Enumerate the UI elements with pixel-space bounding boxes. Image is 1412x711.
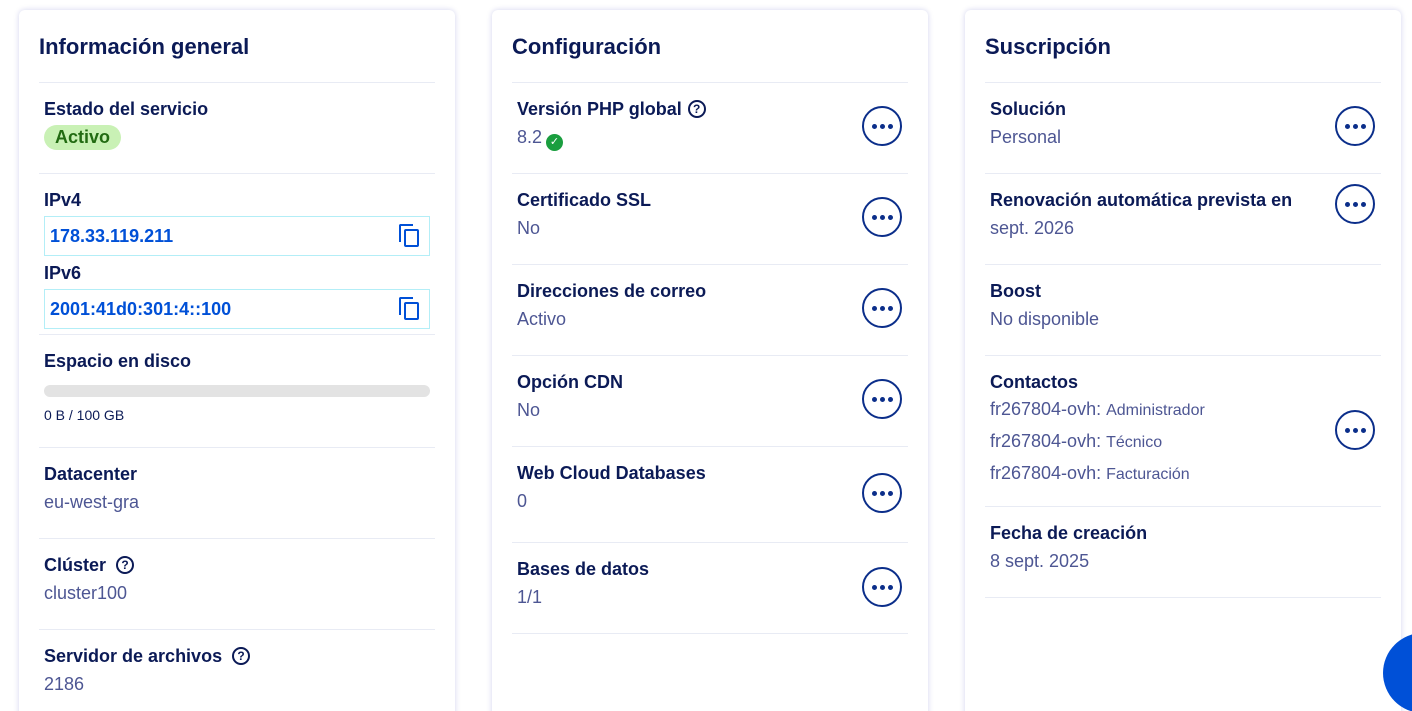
fileserver-item: Servidor de archivos ? 2186 [39, 630, 435, 711]
disk-space-label: Espacio en disco [44, 351, 192, 371]
databases-menu-button[interactable] [862, 567, 902, 607]
fileserver-label: Servidor de archivos [44, 646, 223, 666]
solution-item: Solución Personal [985, 83, 1381, 174]
php-version-value: 8.2 [517, 127, 543, 147]
ipv4-field[interactable]: 178.33.119.211 [44, 216, 430, 256]
ssl-menu-button[interactable] [862, 197, 902, 237]
ssl-item: Certificado SSL No [512, 174, 908, 265]
contact-id: fr267804-ovh: [990, 431, 1102, 451]
subscription-card: Suscripción Solución Personal Renovación… [965, 10, 1401, 711]
php-version-label: Versión PHP global [517, 99, 682, 119]
fileserver-value: 2186 [44, 674, 85, 694]
renewal-item: Renovación automática prevista en sept. … [985, 174, 1381, 265]
renewal-value: sept. 2026 [990, 218, 1075, 238]
solution-label: Solución [990, 99, 1066, 119]
boost-label: Boost [990, 281, 1041, 301]
web-cloud-db-label: Web Cloud Databases [517, 463, 706, 483]
web-cloud-db-menu-button[interactable] [862, 473, 902, 513]
solution-value: Personal [990, 127, 1062, 147]
ipv4-label: IPv4 [44, 190, 82, 210]
ssl-value: No [517, 218, 541, 238]
cluster-value: cluster100 [44, 583, 128, 603]
ssl-label: Certificado SSL [517, 190, 652, 210]
php-version-item: Versión PHP global ? 8.2 ✓ [512, 83, 908, 174]
cdn-label: Opción CDN [517, 372, 623, 392]
configuration-card: Configuración Versión PHP global ? 8.2 ✓ … [492, 10, 928, 711]
ipv6-field[interactable]: 2001:41d0:301:4::100 [44, 289, 430, 329]
ipv6-value[interactable]: 2001:41d0:301:4::100 [50, 299, 231, 320]
web-cloud-db-value: 0 [517, 491, 528, 511]
contact-row: fr267804-ovh: Administrador [990, 394, 1376, 426]
cdn-value: No [517, 400, 541, 420]
contacts-label: Contactos [990, 372, 1079, 392]
datacenter-value: eu-west-gra [44, 492, 140, 512]
web-cloud-db-item: Web Cloud Databases 0 [512, 447, 908, 543]
general-info-title: Información general [39, 10, 435, 83]
service-status-item: Estado del servicio Activo [39, 83, 435, 174]
cluster-label: Clúster [44, 555, 107, 575]
help-icon[interactable]: ? [232, 647, 251, 665]
creation-date-label: Fecha de creación [990, 523, 1148, 543]
renewal-menu-button[interactable] [1335, 184, 1375, 224]
disk-space-item: Espacio en disco 0 B / 100 GB [39, 335, 435, 448]
contact-role: Administrador [1106, 402, 1205, 419]
contact-id: fr267804-ovh: [990, 399, 1102, 419]
databases-item: Bases de datos 1/1 [512, 543, 908, 634]
help-icon[interactable]: ? [116, 556, 135, 574]
subscription-title: Suscripción [985, 10, 1381, 83]
contacts-menu-button[interactable] [1335, 410, 1375, 450]
contact-id: fr267804-ovh: [990, 463, 1102, 483]
renewal-label: Renovación automática prevista en [990, 190, 1293, 210]
databases-label: Bases de datos [517, 559, 650, 579]
copy-icon[interactable] [399, 297, 421, 321]
disk-usage-text: 0 B / 100 GB [44, 407, 125, 423]
ipv4-value[interactable]: 178.33.119.211 [50, 226, 173, 247]
datacenter-label: Datacenter [44, 464, 138, 484]
boost-value: No disponible [990, 309, 1100, 329]
email-value: Activo [517, 309, 567, 329]
cdn-item: Opción CDN No [512, 356, 908, 447]
contact-role: Técnico [1106, 434, 1163, 451]
email-item: Direcciones de correo Activo [512, 265, 908, 356]
creation-date-value: 8 sept. 2025 [990, 551, 1090, 571]
email-label: Direcciones de correo [517, 281, 707, 301]
ipv6-label: IPv6 [44, 263, 82, 283]
contacts-item: Contactos fr267804-ovh: Administrador fr… [985, 356, 1381, 507]
cluster-item: Clúster ? cluster100 [39, 539, 435, 630]
contact-row: fr267804-ovh: Facturación [990, 458, 1376, 490]
email-menu-button[interactable] [862, 288, 902, 328]
contact-row: fr267804-ovh: Técnico [990, 426, 1376, 458]
solution-menu-button[interactable] [1335, 106, 1375, 146]
configuration-title: Configuración [512, 10, 908, 83]
boost-item: Boost No disponible [985, 265, 1381, 356]
creation-date-item: Fecha de creación 8 sept. 2025 [985, 507, 1381, 598]
databases-value: 1/1 [517, 587, 543, 607]
disk-usage-bar [44, 385, 430, 397]
check-icon: ✓ [546, 133, 564, 151]
copy-icon[interactable] [399, 224, 421, 248]
ip-addresses-item: IPv4 178.33.119.211 IPv6 2001:41d0:301:4… [39, 174, 435, 335]
status-badge: Activo [44, 125, 122, 150]
contact-role: Facturación [1106, 466, 1190, 483]
service-status-label: Estado del servicio [44, 99, 209, 119]
help-icon[interactable]: ? [687, 100, 706, 118]
datacenter-item: Datacenter eu-west-gra [39, 448, 435, 539]
cdn-menu-button[interactable] [862, 379, 902, 419]
php-version-menu-button[interactable] [862, 106, 902, 146]
general-info-card: Información general Estado del servicio … [19, 10, 455, 711]
